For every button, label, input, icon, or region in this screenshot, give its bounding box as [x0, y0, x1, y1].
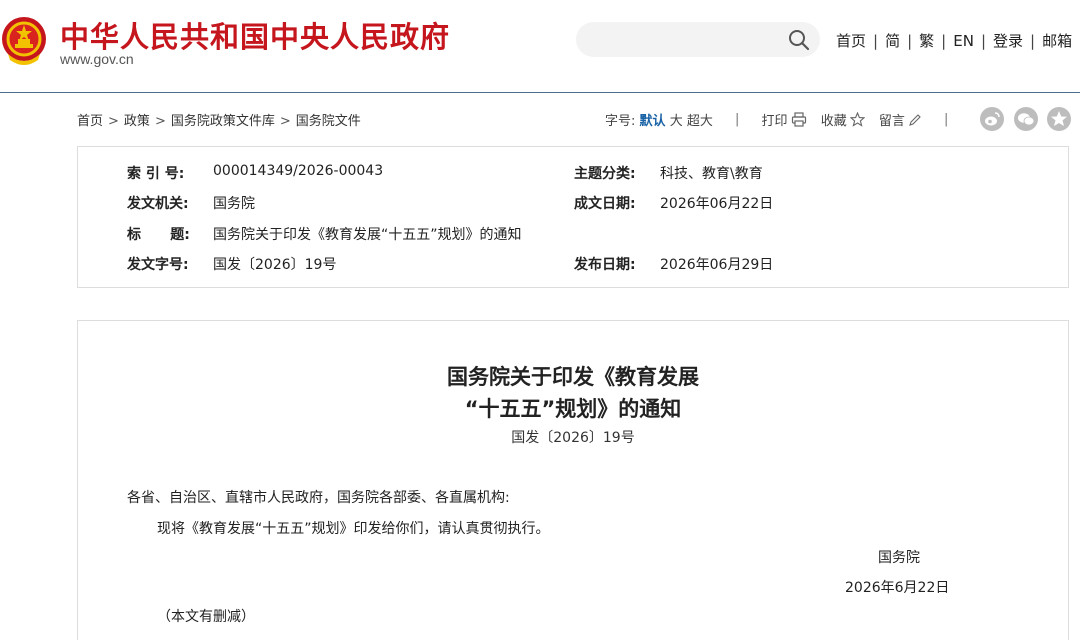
print-label: 打印 [761, 114, 788, 129]
font-default-button[interactable]: 默认 [640, 114, 666, 129]
search-box [576, 22, 820, 59]
article-salutation: 各省、自治区、直辖市人民政府，国务院各部委、各直属机构: [127, 490, 510, 506]
written-date-value: 2026年06月22日 [660, 196, 774, 212]
favorite-label: 收藏 [820, 114, 847, 129]
breadcrumb-separator: > [279, 114, 291, 129]
article-title-line-2: “十五五”规划》的通知 [464, 397, 682, 421]
title-label: 标 题: [127, 227, 190, 243]
font-xlarge-button[interactable]: 超大 [687, 114, 713, 129]
site-header: 中华人民共和国中央人民政府 www.gov.cn 首页 | 简 | 繁 | EN | 登录 | 邮箱 [0, 0, 1080, 93]
site-title[interactable]: 中华人民共和国中央人民政府 [60, 14, 450, 56]
article-paragraph: 现将《教育发展“十五五”规划》印发给你们，请认真贯彻执行。 [157, 521, 550, 537]
wechat-share-icon[interactable] [1014, 107, 1038, 131]
category-label: 主题分类: [574, 166, 636, 182]
printer-icon [791, 112, 806, 127]
article-doc-number: 国发〔2026〕19号 [511, 430, 635, 446]
qzone-share-icon[interactable] [1047, 107, 1071, 131]
favorite-button[interactable]: 收藏 [820, 111, 866, 129]
article-note: （本文有删减） [157, 609, 255, 625]
written-date-label: 成文日期: [574, 196, 636, 212]
search-input[interactable] [592, 22, 786, 59]
category-value: 科技、教育\教育 [660, 166, 763, 182]
nav-mailbox-link[interactable]: 邮箱 [1042, 32, 1072, 50]
breadcrumb-home[interactable]: 首页 [77, 114, 103, 129]
toolbar-separator: | [735, 112, 740, 127]
publish-date-value: 2026年06月29日 [660, 257, 774, 273]
nav-separator: | [941, 32, 947, 50]
index-number-value: 000014349/2026-00043 [213, 163, 384, 179]
article-body: 国务院关于印发《教育发展 “十五五”规划》的通知 国发〔2026〕19号 各省、… [77, 320, 1069, 640]
doc-number-value: 国发〔2026〕19号 [213, 257, 337, 273]
article-toolbar: 字号: 默认 大 超大 | 打印 收藏 留言 | [605, 110, 966, 129]
star-icon [849, 111, 866, 127]
article-title-line-1: 国务院关于印发《教育发展 [447, 365, 699, 389]
nav-separator: | [873, 32, 879, 50]
doc-number-label: 发文字号: [127, 257, 189, 273]
nav-login-link[interactable]: 登录 [993, 32, 1023, 50]
breadcrumb-state-council-docs[interactable]: 国务院文件 [296, 114, 361, 129]
breadcrumb-policy-library[interactable]: 国务院政策文件库 [171, 114, 275, 129]
font-large-button[interactable]: 大 [670, 114, 683, 129]
nav-english-link[interactable]: EN [953, 32, 974, 50]
index-number-label: 索 引 号: [127, 166, 185, 182]
site-url: www.gov.cn [60, 51, 134, 67]
nav-separator: | [1030, 32, 1036, 50]
nav-separator: | [907, 32, 913, 50]
comment-label: 留言 [878, 114, 905, 129]
nav-separator: | [980, 32, 986, 50]
toolbar-separator: | [944, 112, 949, 127]
breadcrumb-policy[interactable]: 政策 [124, 114, 150, 129]
nav-traditional-link[interactable]: 繁 [919, 32, 934, 50]
comment-button[interactable]: 留言 [878, 112, 922, 129]
publish-date-label: 发布日期: [574, 257, 636, 273]
pencil-icon [908, 113, 921, 126]
nav-home-link[interactable]: 首页 [836, 32, 866, 50]
nav-simplified-link[interactable]: 简 [885, 32, 900, 50]
weibo-share-icon[interactable] [980, 107, 1004, 131]
breadcrumb: 首页 > 政策 > 国务院政策文件库 > 国务院文件 [77, 110, 361, 129]
issuer-label: 发文机关: [127, 196, 189, 212]
title-value: 国务院关于印发《教育发展“十五五”规划》的通知 [213, 227, 522, 243]
print-button[interactable]: 打印 [761, 112, 807, 129]
document-metadata-box: 索 引 号: 000014349/2026-00043 主题分类: 科技、教育\… [77, 146, 1069, 288]
issuer-value: 国务院 [213, 196, 255, 212]
top-nav: 首页 | 简 | 繁 | EN | 登录 | 邮箱 [836, 30, 1072, 51]
national-emblem-icon [2, 17, 46, 65]
article-date: 2026年6月22日 [845, 580, 950, 596]
font-size-label: 字号: [605, 114, 636, 129]
article-signer: 国务院 [878, 550, 920, 566]
breadcrumb-separator: > [108, 114, 119, 129]
search-icon[interactable] [788, 29, 810, 51]
breadcrumb-separator: > [154, 114, 166, 129]
